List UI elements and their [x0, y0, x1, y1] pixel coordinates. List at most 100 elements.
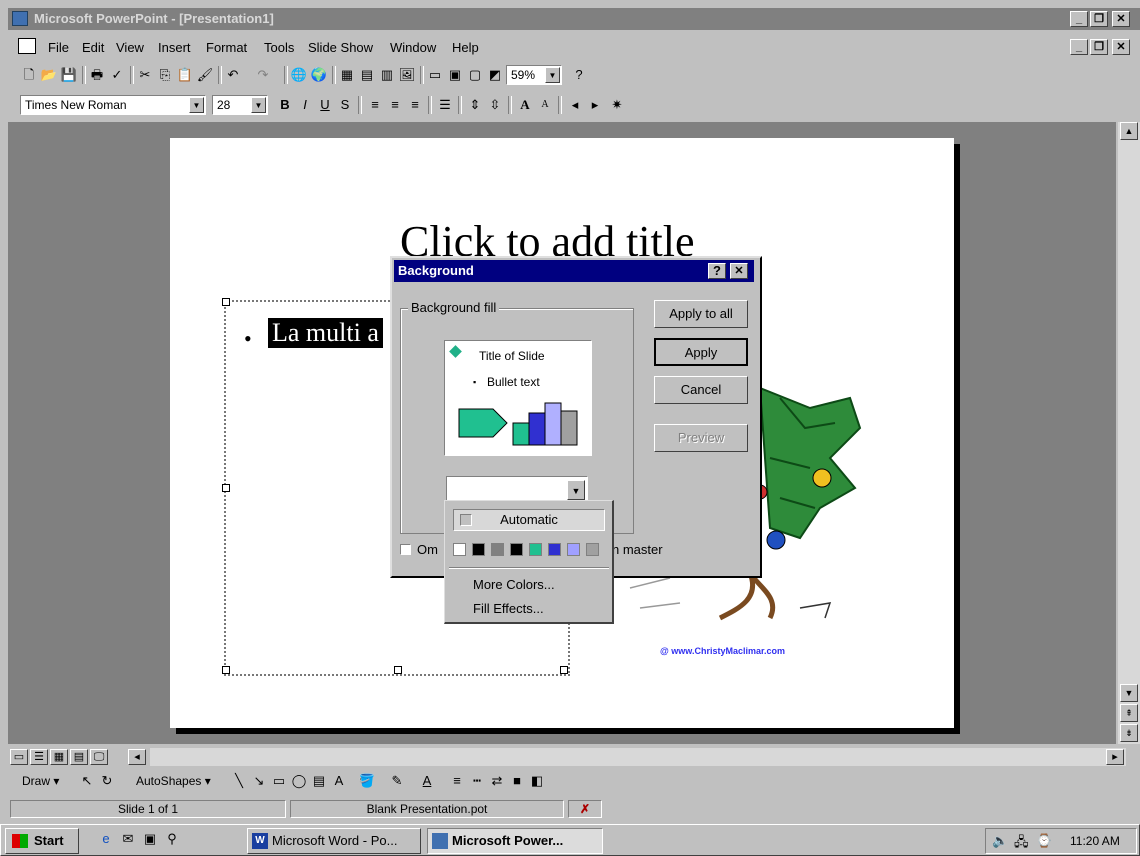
help-button[interactable]: ?	[708, 263, 726, 279]
omit-master-checkbox[interactable]: Om	[400, 542, 438, 557]
demote-icon[interactable]: ▸	[586, 96, 604, 114]
chevron-down-icon[interactable]: ▼	[189, 97, 204, 113]
scroll-down-icon[interactable]: ▼	[1120, 684, 1138, 702]
dialog-title-bar[interactable]: Background ? ✕	[394, 260, 754, 282]
increase-font-icon[interactable]: A	[516, 96, 534, 114]
restore-button[interactable]: ❐	[1090, 11, 1108, 27]
shadow-icon[interactable]: ■	[508, 772, 526, 790]
line-color-icon[interactable]: ✎	[388, 772, 406, 790]
bold-button[interactable]: B	[276, 96, 294, 114]
scroll-right-icon[interactable]: ▸	[1106, 749, 1124, 765]
show-desktop-icon[interactable]: ▣	[141, 830, 159, 848]
decrease-font-icon[interactable]: A	[536, 96, 554, 114]
chevron-down-icon[interactable]: ▼	[567, 480, 585, 500]
insert-excel-icon[interactable]: ▤	[358, 66, 376, 84]
minimize-button[interactable]: _	[1070, 11, 1088, 27]
dash-style-icon[interactable]: ┅	[468, 772, 486, 790]
fill-effects-option[interactable]: Fill Effects...	[473, 601, 544, 616]
font-size-select[interactable]: 28 ▼	[212, 95, 268, 115]
previous-slide-icon[interactable]: ⇞	[1120, 704, 1138, 722]
shadow-button[interactable]: S	[336, 96, 354, 114]
free-rotate-icon[interactable]: ↻	[98, 772, 116, 790]
channels-icon[interactable]: ⚲	[163, 830, 181, 848]
format-painter-icon[interactable]: 🖌	[196, 66, 214, 84]
close-button[interactable]: ✕	[1112, 11, 1130, 27]
task-microsoft-word[interactable]: W Microsoft Word - Po...	[247, 828, 421, 854]
apply-button[interactable]: Apply	[654, 338, 748, 366]
3d-icon[interactable]: ◧	[528, 772, 546, 790]
wordart-icon[interactable]: A	[330, 772, 348, 790]
slide-layout-icon[interactable]: ▣	[446, 66, 464, 84]
draw-menu-button[interactable]: Draw ▾	[22, 774, 59, 788]
office-assistant-icon[interactable]: ?	[570, 66, 588, 84]
animation-effects-icon[interactable]: ✷	[608, 96, 626, 114]
network-icon[interactable]: 🖧	[1014, 833, 1029, 855]
font-name-select[interactable]: Times New Roman ▼	[20, 95, 206, 115]
normal-view-icon[interactable]: ▭	[10, 749, 28, 765]
italic-button[interactable]: I	[296, 96, 314, 114]
selected-bullet-text[interactable]: La multi a	[268, 318, 383, 348]
menu-file[interactable]: File	[48, 40, 69, 55]
color-swatch-5[interactable]	[529, 543, 542, 556]
align-right-icon[interactable]: ≡	[406, 96, 424, 114]
oval-icon[interactable]: ◯	[290, 772, 308, 790]
horizontal-scrollbar[interactable]	[150, 748, 1126, 766]
start-button[interactable]: Start	[5, 828, 79, 854]
menu-view[interactable]: View	[116, 40, 144, 55]
vertical-scrollbar[interactable]: ▲ ▼ ⇞ ⇟	[1118, 122, 1140, 744]
checkbox-box[interactable]	[400, 544, 411, 555]
volume-icon[interactable]: 🔈	[992, 833, 1008, 849]
doc-restore-button[interactable]: ❐	[1090, 39, 1108, 55]
outlook-express-icon[interactable]: ✉	[119, 830, 137, 848]
color-swatch-2[interactable]	[472, 543, 485, 556]
menu-window[interactable]: Window	[390, 40, 436, 55]
internet-explorer-icon[interactable]: e	[97, 830, 115, 848]
chevron-down-icon[interactable]: ▼	[545, 67, 560, 83]
more-colors-option[interactable]: More Colors...	[473, 577, 555, 592]
menu-format[interactable]: Format	[206, 40, 247, 55]
align-center-icon[interactable]: ≡	[386, 96, 404, 114]
slide-sorter-view-icon[interactable]: ▦	[50, 749, 68, 765]
cut-icon[interactable]: ✂	[136, 66, 154, 84]
open-icon[interactable]: 📂	[40, 66, 58, 84]
resize-handle-ml[interactable]	[222, 484, 230, 492]
document-icon[interactable]	[18, 38, 36, 54]
autoshapes-menu-button[interactable]: AutoShapes ▾	[136, 774, 211, 788]
next-slide-icon[interactable]: ⇟	[1120, 724, 1138, 742]
font-color-icon[interactable]: A	[418, 772, 436, 790]
apply-to-all-button[interactable]: Apply to all	[654, 300, 748, 328]
scroll-left-icon[interactable]: ◂	[128, 749, 146, 765]
dialog-close-button[interactable]: ✕	[730, 263, 748, 279]
menu-help[interactable]: Help	[452, 40, 479, 55]
menu-slide-show[interactable]: Slide Show	[308, 40, 373, 55]
web-toolbar-icon[interactable]: 🌍	[310, 66, 328, 84]
text-box-icon[interactable]: ▤	[310, 772, 328, 790]
save-icon[interactable]: 💾	[60, 66, 78, 84]
task-microsoft-powerpoint[interactable]: Microsoft Power...	[427, 828, 603, 854]
scroll-up-icon[interactable]: ▲	[1120, 122, 1138, 140]
new-slide-icon[interactable]: ▭	[426, 66, 444, 84]
doc-minimize-button[interactable]: _	[1070, 39, 1088, 55]
underline-button[interactable]: U	[316, 96, 334, 114]
bullets-icon[interactable]: ☰	[436, 96, 454, 114]
select-objects-icon[interactable]: ↖	[78, 772, 96, 790]
preview-button[interactable]: Preview	[654, 424, 748, 452]
color-swatch-3[interactable]	[491, 543, 504, 556]
menu-tools[interactable]: Tools	[264, 40, 294, 55]
outline-view-icon[interactable]: ☰	[30, 749, 48, 765]
redo-icon[interactable]: ↷	[254, 66, 272, 84]
promote-icon[interactable]: ◂	[566, 96, 584, 114]
insert-word-table-icon[interactable]: ▦	[338, 66, 356, 84]
increase-spacing-icon[interactable]: ⇕	[466, 96, 484, 114]
resize-handle-bl[interactable]	[222, 666, 230, 674]
arrow-style-icon[interactable]: ⇄	[488, 772, 506, 790]
menu-edit[interactable]: Edit	[82, 40, 104, 55]
chevron-down-icon[interactable]: ▼	[251, 97, 266, 113]
align-left-icon[interactable]: ≡	[366, 96, 384, 114]
color-swatch-4[interactable]	[510, 543, 523, 556]
insert-clipart-icon[interactable]: 🖼	[398, 66, 416, 84]
undo-icon[interactable]: ↶	[224, 66, 242, 84]
slide-show-view-icon[interactable]: 🖵	[90, 749, 108, 765]
resize-handle-bm[interactable]	[394, 666, 402, 674]
spelling-icon[interactable]: ✓	[108, 66, 126, 84]
